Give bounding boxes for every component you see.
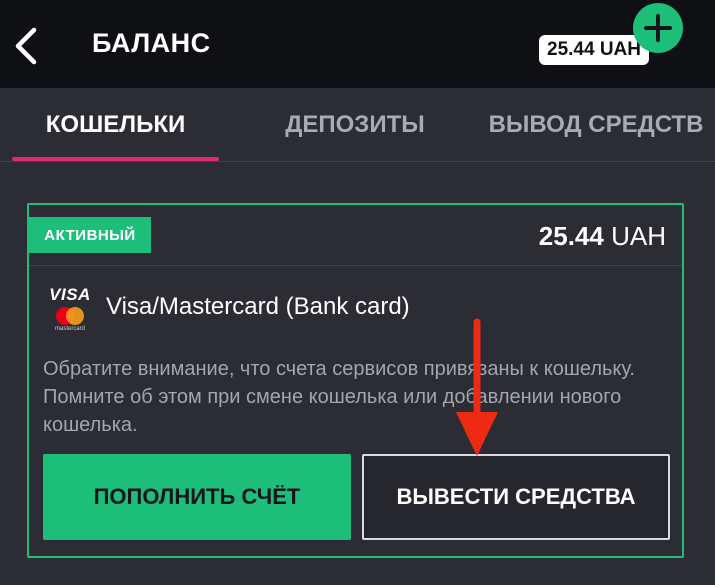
app-header: БАЛАНС 25.44 UAH bbox=[0, 0, 715, 88]
card-divider bbox=[29, 265, 682, 266]
mastercard-label: mastercard bbox=[54, 326, 85, 332]
withdraw-button[interactable]: ВЫВЕСТИ СРЕДСТВА bbox=[362, 454, 670, 540]
tab-deposits[interactable]: ДЕПОЗИТЫ bbox=[262, 88, 448, 162]
active-tab-indicator bbox=[12, 157, 219, 161]
mastercard-icon bbox=[52, 307, 88, 325]
back-button[interactable] bbox=[6, 22, 46, 70]
wallet-amount-value: 25.44 bbox=[538, 221, 604, 251]
chevron-left-icon bbox=[15, 27, 37, 65]
plus-icon bbox=[644, 14, 672, 42]
tab-withdrawal[interactable]: ВЫВОД СРЕДСТВ bbox=[484, 88, 708, 162]
add-funds-button[interactable] bbox=[633, 3, 683, 53]
status-badge: АКТИВНЫЙ bbox=[29, 217, 151, 253]
payment-method-name: Visa/Mastercard (Bank card) bbox=[106, 293, 410, 320]
balance-badge[interactable]: 25.44 UAH bbox=[539, 35, 649, 65]
visa-logo-text: VISA bbox=[49, 285, 91, 304]
tab-bar: КОШЕЛЬКИ ДЕПОЗИТЫ ВЫВОД СРЕДСТВ bbox=[0, 88, 715, 162]
wallet-card: АКТИВНЫЙ 25.44 UAH VISA mastercard Visa/… bbox=[27, 203, 684, 558]
wallet-amount: 25.44 UAH bbox=[539, 221, 666, 252]
wallet-notice: Обратите внимание, что счета сервисов пр… bbox=[43, 358, 635, 436]
tab-wallets[interactable]: КОШЕЛЬКИ bbox=[12, 88, 219, 162]
page-title: БАЛАНС bbox=[92, 28, 211, 58]
wallet-amount-currency: UAH bbox=[611, 221, 666, 251]
visa-mastercard-logo: VISA mastercard bbox=[49, 285, 91, 333]
deposit-button[interactable]: ПОПОЛНИТЬ СЧЁТ bbox=[43, 454, 351, 540]
